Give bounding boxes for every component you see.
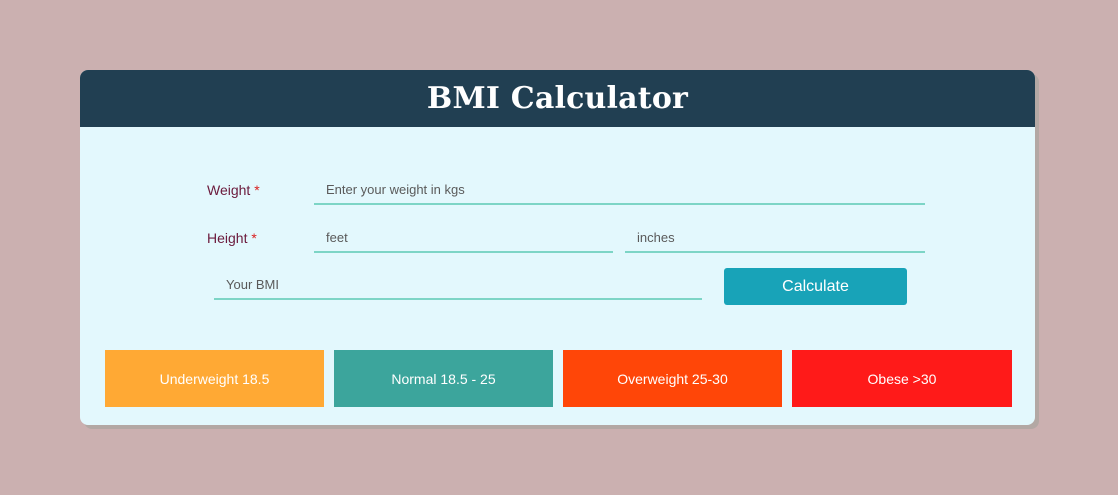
bmi-result-field [214, 270, 702, 300]
weight-field [314, 175, 925, 205]
height-feet-field [314, 223, 613, 253]
weight-label: Weight * [207, 182, 260, 198]
height-label-text: Height [207, 230, 248, 246]
range-obese: Obese >30 [792, 350, 1012, 407]
range-obese-label: Obese >30 [867, 370, 937, 387]
weight-label-text: Weight [207, 182, 251, 198]
height-label: Height * [207, 230, 257, 246]
calculate-button[interactable]: Calculate [724, 268, 907, 305]
bmi-form: Weight * Height * Calculate [80, 127, 1035, 327]
range-overweight-label: Overweight 25-30 [617, 370, 728, 387]
height-inches-field [625, 223, 925, 253]
range-underweight: Underweight 18.5 [105, 350, 324, 407]
bmi-ranges: Underweight 18.5 Normal 18.5 - 25 Overwe… [105, 350, 1012, 407]
height-inches-input[interactable] [625, 223, 925, 251]
page-title: BMI Calculator [426, 81, 689, 116]
weight-input[interactable] [314, 175, 925, 203]
weight-required-mark: * [254, 182, 260, 198]
bmi-result-input[interactable] [214, 270, 702, 298]
height-feet-input[interactable] [314, 223, 613, 251]
bmi-calculator-card: BMI Calculator Weight * Height * Calcula… [80, 70, 1035, 425]
header: BMI Calculator [80, 70, 1035, 127]
range-underweight-label: Underweight 18.5 [159, 370, 270, 387]
height-required-mark: * [251, 230, 257, 246]
range-normal-label: Normal 18.5 - 25 [391, 370, 496, 387]
range-normal: Normal 18.5 - 25 [334, 350, 553, 407]
range-overweight: Overweight 25-30 [563, 350, 782, 407]
